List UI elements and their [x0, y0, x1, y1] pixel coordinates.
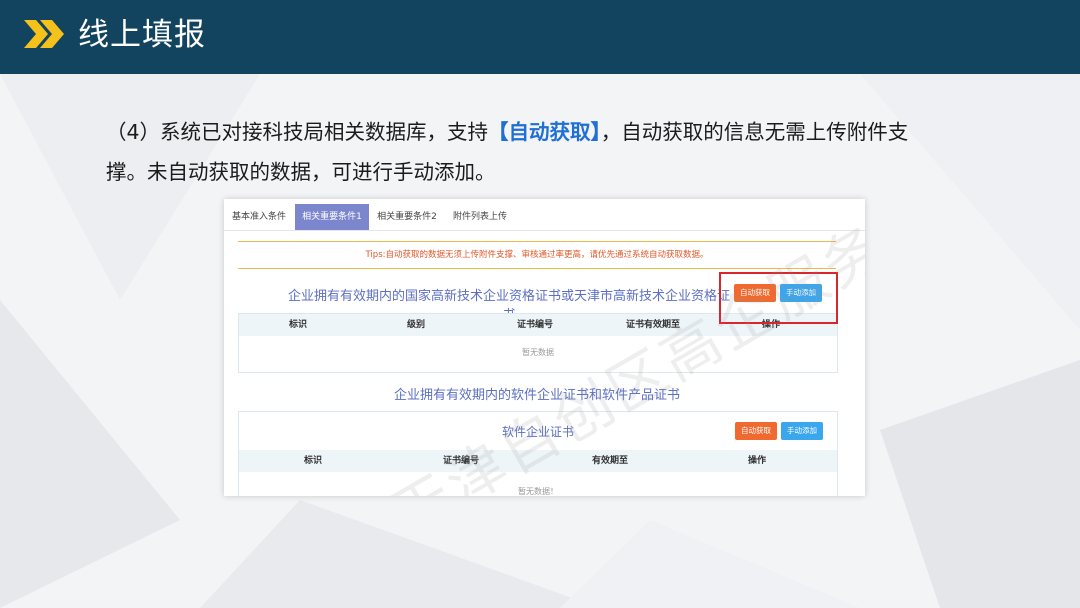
tab-bar: 基本准入条件 相关重要条件1 相关重要条件2 附件列表上传: [224, 204, 865, 231]
intro-paragraph: （4）系统已对接科技局相关数据库，支持【自动获取】，自动获取的信息无需上传附件支…: [106, 112, 926, 192]
intro-text-prefix: （4）系统已对接科技局相关数据库，支持: [106, 120, 489, 144]
embedded-screenshot: 基本准入条件 相关重要条件1 相关重要条件2 附件列表上传 Tips:自动获取的…: [224, 199, 865, 496]
manual-add-button[interactable]: 手动添加: [781, 422, 823, 440]
column-header: 标识: [288, 320, 308, 330]
column-header: 操作: [747, 456, 767, 466]
slide-title: 线上填报: [78, 17, 206, 53]
empty-state: 暂无数据！: [518, 487, 558, 496]
tab-basic-conditions[interactable]: 基本准入条件: [224, 204, 294, 230]
double-chevron-icon: [24, 20, 64, 48]
tab-attachments-upload[interactable]: 附件列表上传: [445, 204, 515, 230]
intro-highlight: 【自动获取】: [488, 120, 601, 144]
column-header: 级别: [406, 320, 426, 330]
auto-fetch-button[interactable]: 自动获取: [735, 422, 777, 440]
tab-important-conditions-1[interactable]: 相关重要条件1: [295, 204, 369, 230]
column-header: 有效期至: [591, 456, 629, 466]
tab-important-conditions-2[interactable]: 相关重要条件2: [370, 204, 444, 230]
column-header: 证书编号: [516, 320, 554, 330]
column-header: 标识: [303, 456, 323, 466]
slide-header: 线上填报: [0, 0, 1080, 74]
